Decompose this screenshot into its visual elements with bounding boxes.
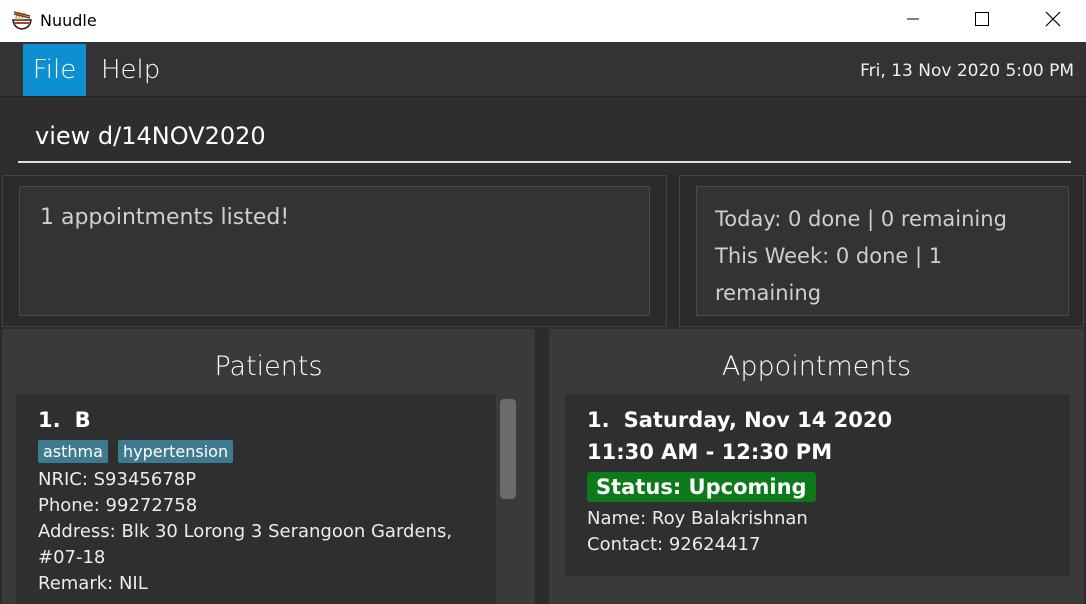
appointments-title: Appointments <box>721 351 912 382</box>
command-input[interactable] <box>18 111 1071 163</box>
tag-asthma: asthma <box>38 440 108 463</box>
noodle-bowl-icon <box>10 8 34 32</box>
close-icon <box>1045 11 1061 32</box>
appointment-time: 11:30 AM - 12:30 PM <box>587 440 833 464</box>
stats-display-container: Today: 0 done | 0 remaining This Week: 0… <box>679 175 1084 327</box>
minimize-icon <box>906 12 920 31</box>
menu-bar: File Help Fri, 13 Nov 2020 5:00 PM <box>0 42 1086 97</box>
appointments-panel: Appointments 1. Saturday, Nov 14 2020 11:… <box>549 329 1084 604</box>
appointment-card[interactable]: 1. Saturday, Nov 14 2020 11:30 AM - 12:30… <box>565 394 1070 576</box>
current-datetime: Fri, 13 Nov 2020 5:00 PM <box>860 61 1074 81</box>
window-titlebar: Nuudle <box>0 0 1086 42</box>
patient-name: B <box>74 408 91 432</box>
patient-tags: asthma hypertension <box>38 440 474 463</box>
stats-display: Today: 0 done | 0 remaining This Week: 0… <box>696 186 1069 316</box>
patient-remark: Remark: NIL <box>38 573 148 594</box>
appointment-heading: 1. Saturday, Nov 14 2020 <box>587 408 1048 432</box>
appointment-index: 1. <box>587 408 610 432</box>
result-message: 1 appointments listed! <box>40 205 290 230</box>
patients-title: Patients <box>214 351 323 382</box>
appointment-patient-name: Name: Roy Balakrishnan <box>587 508 808 529</box>
tag-hypertension: hypertension <box>117 440 234 463</box>
result-display-container: 1 appointments listed! <box>2 175 667 327</box>
patients-scrollbar[interactable] <box>500 399 516 499</box>
result-display: 1 appointments listed! <box>19 186 650 316</box>
menu-help[interactable]: Help <box>89 44 172 96</box>
stats-today: Today: 0 done | 0 remaining <box>715 207 1007 231</box>
command-area <box>0 97 1086 173</box>
patient-index: 1. <box>38 408 61 432</box>
maximize-icon <box>975 11 989 31</box>
patient-nric: NRIC: S9345678P <box>38 469 197 490</box>
window-title: Nuudle <box>40 11 97 30</box>
patient-card[interactable]: 1. B asthma hypertension NRIC: S9345678P … <box>16 394 496 604</box>
menu-file[interactable]: File <box>23 44 86 96</box>
stats-week: This Week: 0 done | 1 remaining <box>715 244 943 305</box>
maximize-button[interactable] <box>959 0 1005 42</box>
patient-address-line1: Address: Blk 30 Lorong 3 Serangoon Garde… <box>38 521 453 542</box>
patients-panel: Patients 1. B asthma hypertension NRIC: S… <box>2 329 535 604</box>
appointment-date: Saturday, Nov 14 2020 <box>623 408 893 432</box>
minimize-button[interactable] <box>890 0 936 42</box>
patient-heading: 1. B <box>38 408 474 432</box>
panel-divider[interactable] <box>537 329 547 604</box>
patient-address-line2: #07-18 <box>38 547 106 568</box>
patient-phone: Phone: 99272758 <box>38 495 198 516</box>
appointment-contact: Contact: 92624417 <box>587 534 761 555</box>
close-button[interactable] <box>1030 0 1076 42</box>
status-badge: Status: Upcoming <box>587 472 816 502</box>
